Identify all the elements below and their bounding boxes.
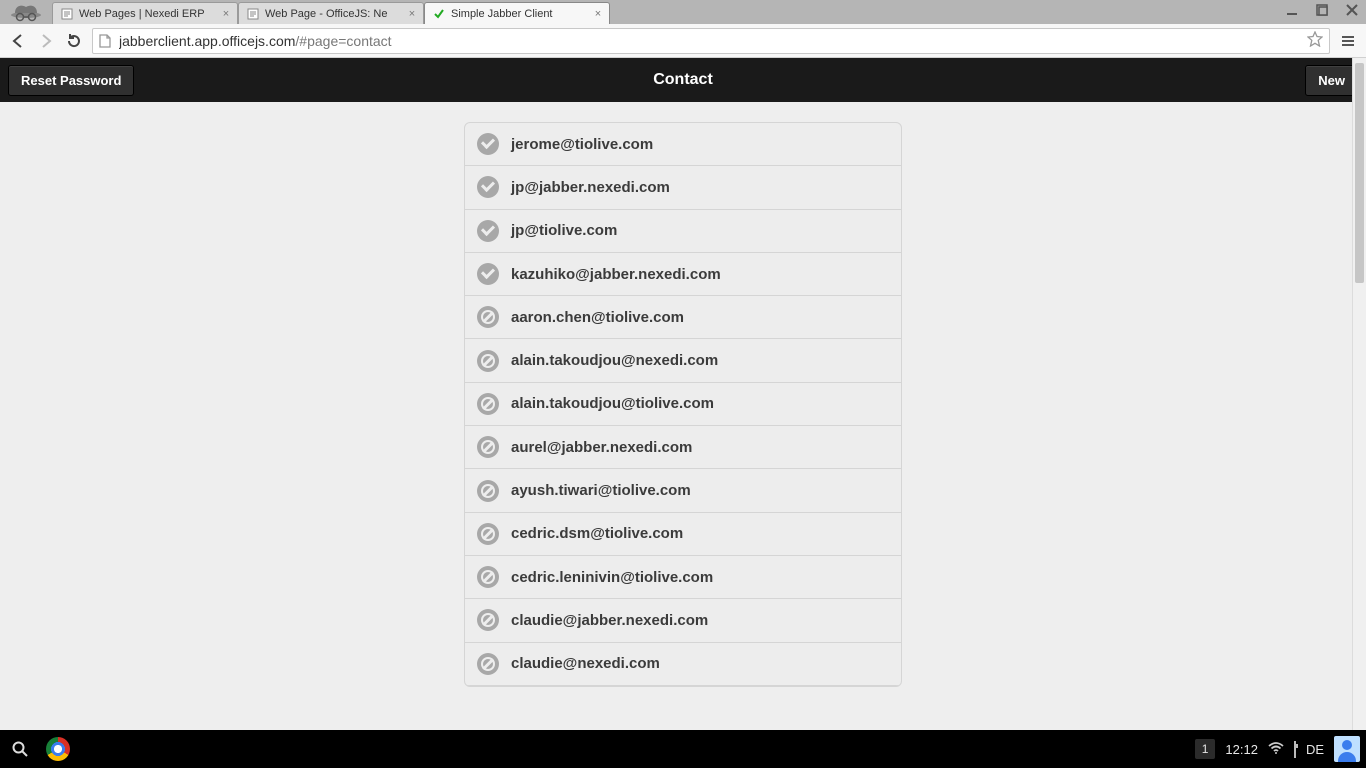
contact-row[interactable]: cedric.leninivin@tiolive.com	[465, 556, 901, 599]
scrollbar[interactable]	[1352, 58, 1366, 730]
notification-count[interactable]: 1	[1195, 739, 1216, 759]
contact-row[interactable]: claudie@jabber.nexedi.com	[465, 599, 901, 642]
os-taskbar: 1 12:12 DE	[0, 730, 1366, 768]
window-controls	[1284, 2, 1360, 18]
status-online-icon	[477, 263, 499, 285]
wifi-icon[interactable]	[1268, 742, 1284, 757]
contact-row[interactable]: jp@jabber.nexedi.com	[465, 166, 901, 209]
tab-title: Simple Jabber Client	[451, 8, 587, 20]
user-avatar-icon[interactable]	[1334, 736, 1360, 762]
contact-row[interactable]: ayush.tiwari@tiolive.com	[465, 469, 901, 512]
status-offline-icon	[477, 350, 499, 372]
contact-jid: claudie@jabber.nexedi.com	[511, 612, 708, 629]
contact-jid: ayush.tiwari@tiolive.com	[511, 482, 691, 499]
chrome-app-icon[interactable]	[44, 735, 72, 763]
status-offline-icon	[477, 393, 499, 415]
contact-row[interactable]: alain.takoudjou@nexedi.com	[465, 339, 901, 382]
contact-jid: alain.takoudjou@tiolive.com	[511, 395, 714, 412]
status-offline-icon	[477, 566, 499, 588]
url-text: jabberclient.app.officejs.com/#page=cont…	[119, 33, 1301, 49]
search-icon[interactable]	[6, 735, 34, 763]
contact-list: jerome@tiolive.com jp@jabber.nexedi.com jp…	[464, 122, 902, 687]
page-icon	[99, 34, 113, 48]
address-bar[interactable]: jabberclient.app.officejs.com/#page=cont…	[92, 28, 1330, 54]
tab-strip: Web Pages | Nexedi ERP×Web Page - Office…	[52, 0, 610, 24]
contact-row[interactable]: aaron.chen@tiolive.com	[465, 296, 901, 339]
battery-icon[interactable]	[1294, 742, 1296, 757]
tab-close-icon[interactable]: ×	[221, 9, 231, 19]
reset-password-button[interactable]: Reset Password	[8, 65, 134, 96]
contact-jid: alain.takoudjou@nexedi.com	[511, 352, 718, 369]
window-close-icon[interactable]	[1344, 2, 1360, 18]
status-online-icon	[477, 133, 499, 155]
contact-jid: jp@tiolive.com	[511, 222, 617, 239]
scrollbar-thumb[interactable]	[1355, 63, 1364, 283]
window-maximize-icon[interactable]	[1314, 2, 1330, 18]
contact-row[interactable]: cedric.dsm@tiolive.com	[465, 513, 901, 556]
contact-row[interactable]: jp@tiolive.com	[465, 210, 901, 253]
browser-menu-button[interactable]	[1338, 31, 1358, 51]
tab-title: Web Page - OfficeJS: Ne	[265, 8, 401, 20]
reload-button[interactable]	[64, 31, 84, 51]
contact-jid: kazuhiko@jabber.nexedi.com	[511, 266, 721, 283]
status-offline-icon	[477, 653, 499, 675]
contact-jid: jp@jabber.nexedi.com	[511, 179, 670, 196]
contact-row[interactable]: jerome@tiolive.com	[465, 123, 901, 166]
system-tray: 1 12:12 DE	[1195, 736, 1360, 762]
tab-title: Web Pages | Nexedi ERP	[79, 8, 215, 20]
status-offline-icon	[477, 523, 499, 545]
browser-tab[interactable]: Web Pages | Nexedi ERP ×	[52, 2, 238, 24]
tab-close-icon[interactable]: ×	[593, 9, 603, 19]
url-path: /#page=contact	[295, 33, 391, 49]
page-title: Contact	[0, 71, 1366, 89]
contact-row[interactable]: aurel@jabber.nexedi.com	[465, 426, 901, 469]
browser-toolbar: jabberclient.app.officejs.com/#page=cont…	[0, 24, 1366, 58]
contact-jid: aaron.chen@tiolive.com	[511, 309, 684, 326]
contact-jid: claudie@nexedi.com	[511, 655, 660, 672]
new-contact-button[interactable]: New	[1305, 65, 1358, 96]
status-offline-icon	[477, 609, 499, 631]
back-button[interactable]	[8, 31, 28, 51]
status-online-icon	[477, 220, 499, 242]
status-offline-icon	[477, 480, 499, 502]
url-host: jabberclient.app.officejs.com	[119, 33, 295, 49]
status-offline-icon	[477, 436, 499, 458]
forward-button[interactable]	[36, 31, 56, 51]
page-viewport: Reset Password Contact New jerome@tioliv…	[0, 58, 1366, 730]
window-minimize-icon[interactable]	[1284, 2, 1300, 18]
contact-jid: aurel@jabber.nexedi.com	[511, 439, 692, 456]
clock[interactable]: 12:12	[1225, 742, 1258, 757]
os-titlebar: Web Pages | Nexedi ERP×Web Page - Office…	[0, 0, 1366, 24]
browser-tab[interactable]: Web Page - OfficeJS: Ne ×	[238, 2, 424, 24]
status-offline-icon	[477, 306, 499, 328]
contact-row[interactable]: claudie@nexedi.com	[465, 643, 901, 686]
contact-jid: jerome@tiolive.com	[511, 136, 653, 153]
contact-jid: cedric.leninivin@tiolive.com	[511, 569, 713, 586]
contact-row[interactable]: kazuhiko@jabber.nexedi.com	[465, 253, 901, 296]
status-online-icon	[477, 176, 499, 198]
app-header: Reset Password Contact New	[0, 58, 1366, 102]
browser-tab[interactable]: Simple Jabber Client ×	[424, 2, 610, 24]
tab-close-icon[interactable]: ×	[407, 9, 417, 19]
contact-jid: cedric.dsm@tiolive.com	[511, 525, 683, 542]
bookmark-star-icon[interactable]	[1307, 31, 1323, 50]
incognito-icon	[0, 0, 52, 24]
contact-row[interactable]: alain.takoudjou@tiolive.com	[465, 383, 901, 426]
keyboard-layout[interactable]: DE	[1306, 742, 1324, 757]
